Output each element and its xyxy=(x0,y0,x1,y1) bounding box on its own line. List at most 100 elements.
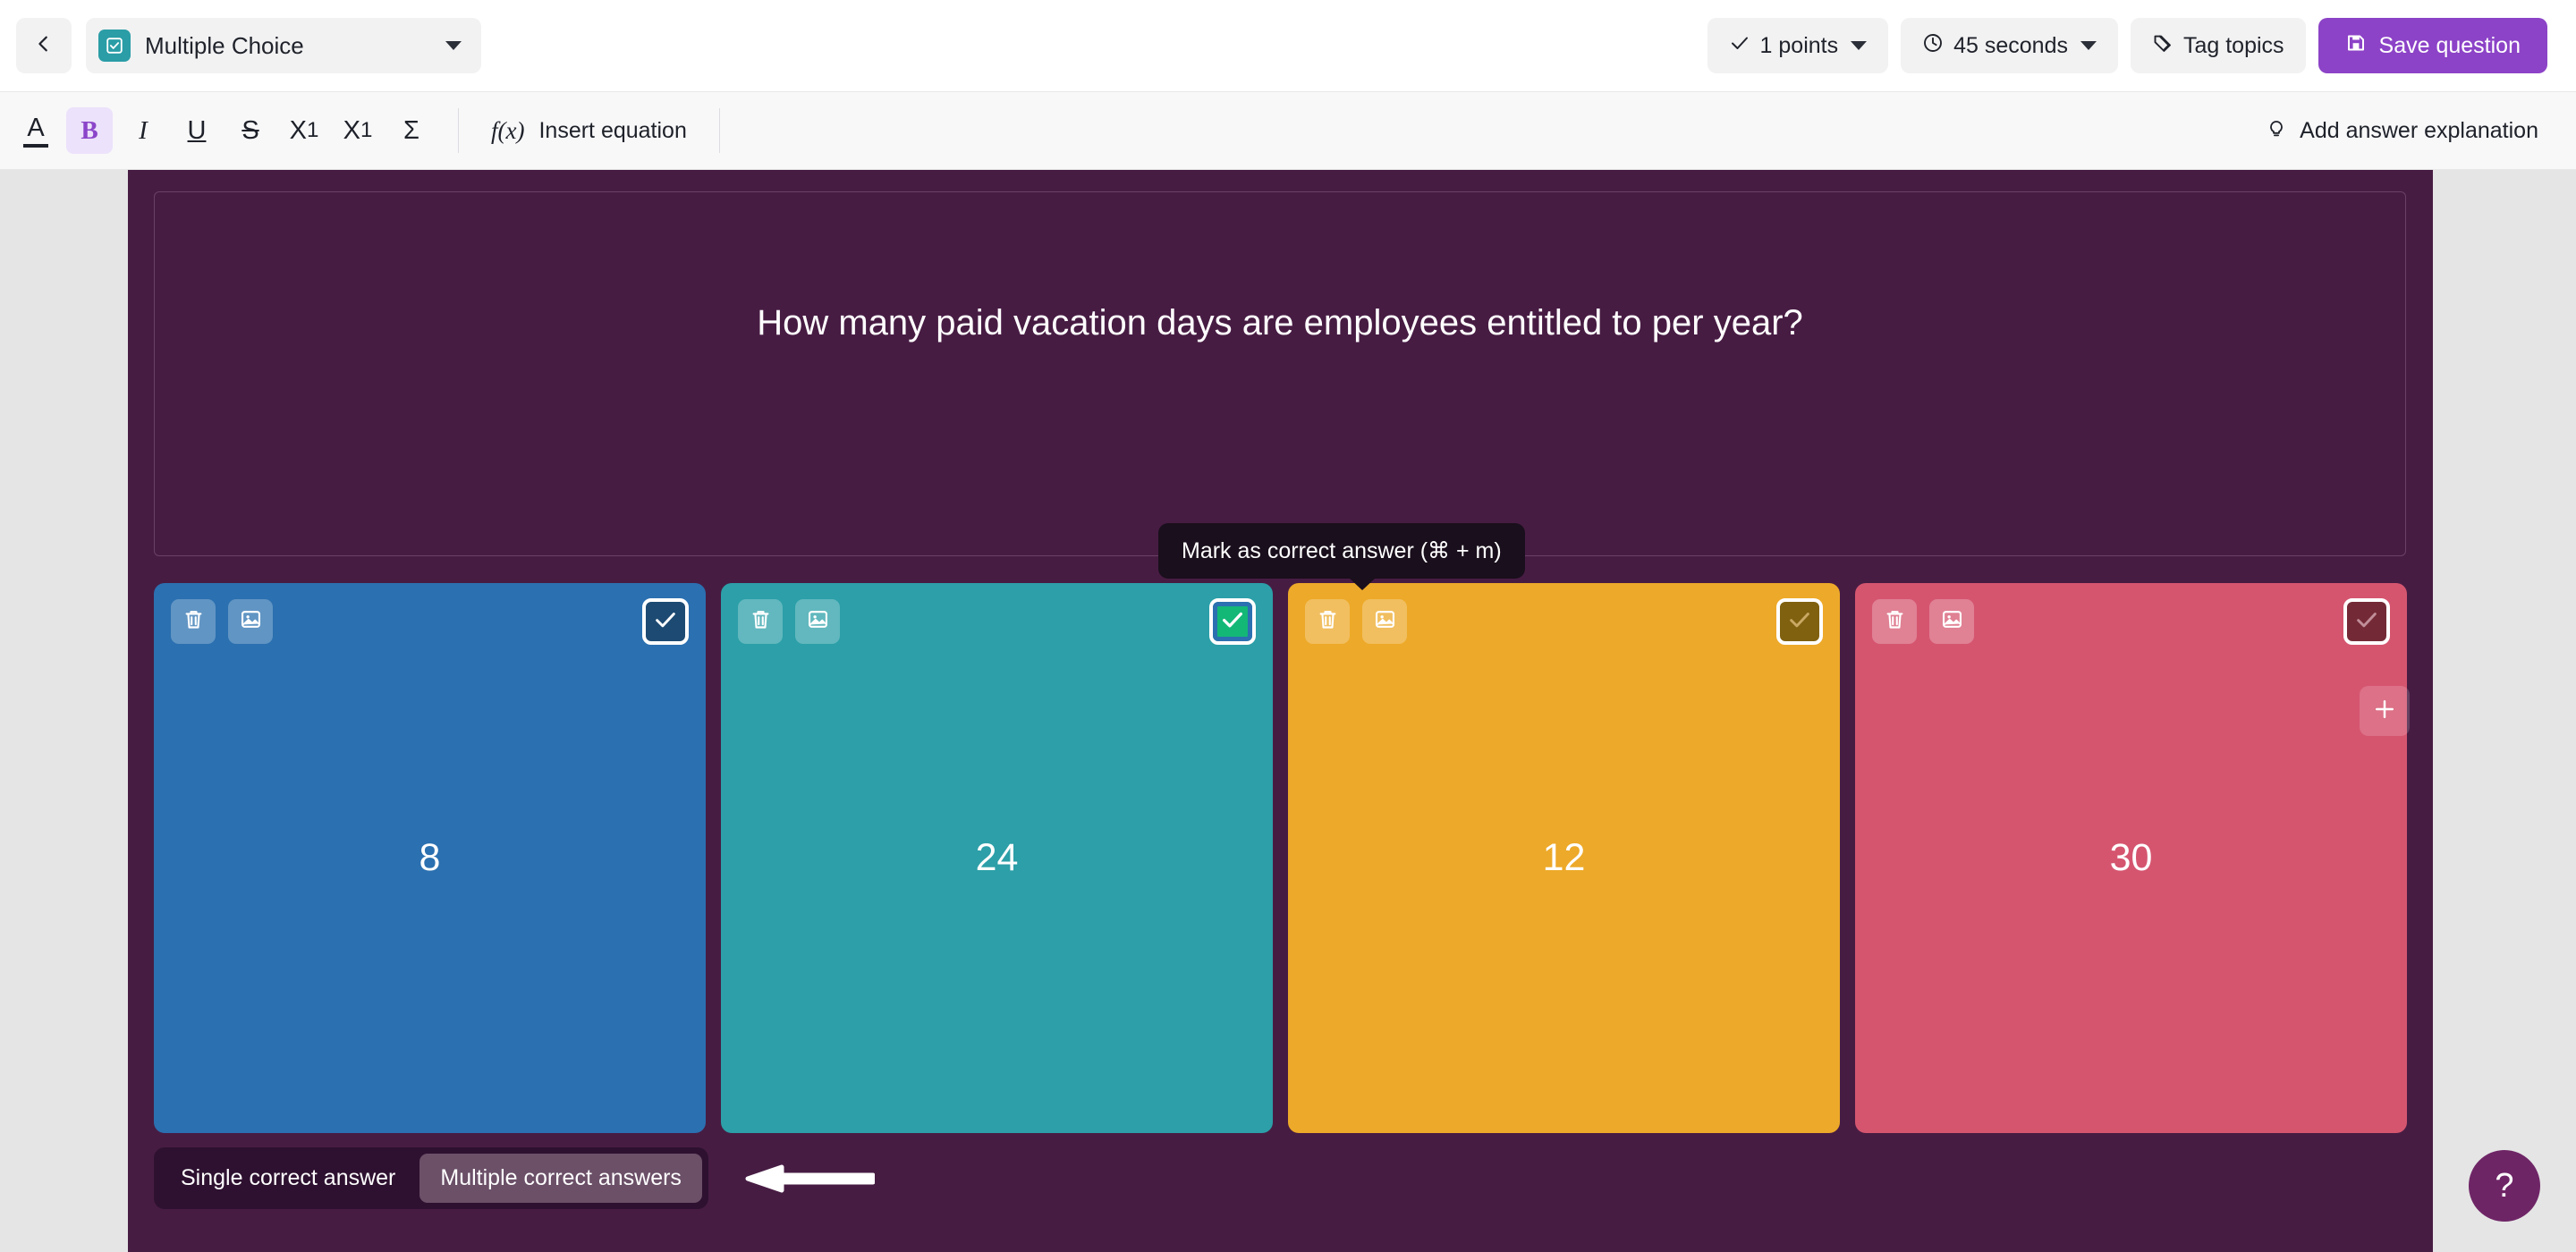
delete-option-button[interactable] xyxy=(171,599,216,644)
question-type-selector[interactable]: Multiple Choice xyxy=(86,18,481,73)
subscript-exponent: 1 xyxy=(360,118,373,142)
add-image-button[interactable] xyxy=(1362,599,1407,644)
mark-correct-tooltip: Mark as correct answer (⌘ + m) xyxy=(1158,523,1525,590)
sigma-button[interactable]: Σ xyxy=(388,107,435,154)
font-color-letter: A xyxy=(27,114,45,142)
tooltip-text: Mark as correct answer (⌘ + m) xyxy=(1182,538,1502,563)
chevron-left-icon xyxy=(34,34,54,58)
font-color-underline-bar xyxy=(23,144,48,148)
editor-canvas-area: How many paid vacation days are employee… xyxy=(0,170,2576,1252)
check-icon xyxy=(1729,32,1750,60)
question-prompt-text: How many paid vacation days are employee… xyxy=(757,303,1803,343)
save-disk-icon xyxy=(2345,32,2367,60)
trash-icon xyxy=(749,607,773,636)
sigma-glyph: Σ xyxy=(403,115,419,145)
answer-option-text: 8 xyxy=(419,836,441,879)
check-icon xyxy=(1786,606,1813,638)
save-question-button[interactable]: Save question xyxy=(2318,18,2547,73)
checkbox-icon xyxy=(98,30,131,62)
mark-correct-checkbox[interactable] xyxy=(1776,598,1823,645)
answer-option-text: 12 xyxy=(1542,836,1586,879)
font-color-button[interactable]: A xyxy=(13,107,59,154)
strikethrough-button[interactable]: S xyxy=(227,107,274,154)
answer-option-card[interactable]: 8 xyxy=(154,583,706,1133)
image-icon xyxy=(1373,607,1397,636)
single-correct-answer-option[interactable]: Single correct answer xyxy=(160,1154,416,1203)
add-image-button[interactable] xyxy=(1929,599,1974,644)
add-answer-explanation-label: Add answer explanation xyxy=(2300,117,2538,143)
time-limit-label: 45 seconds xyxy=(1953,32,2068,58)
answer-option-card[interactable]: 24 xyxy=(721,583,1273,1133)
tag-topics-label: Tag topics xyxy=(2182,32,2284,58)
slide-canvas: How many paid vacation days are employee… xyxy=(128,170,2433,1252)
bold-letter: B xyxy=(80,115,98,145)
delete-option-button[interactable] xyxy=(738,599,783,644)
tag-topics-button[interactable]: Tag topics xyxy=(2130,18,2306,73)
trash-icon xyxy=(1883,607,1907,636)
check-icon xyxy=(2353,606,2380,638)
delete-option-button[interactable] xyxy=(1872,599,1917,644)
mark-correct-checkbox[interactable] xyxy=(642,598,689,645)
top-toolbar-actions: 1 points 45 seconds Tag topics Save ques… xyxy=(1707,18,2547,73)
check-icon xyxy=(652,606,679,638)
insert-equation-label: Insert equation xyxy=(538,117,687,143)
question-prompt-box[interactable]: How many paid vacation days are employee… xyxy=(154,191,2406,556)
subscript-base: X xyxy=(343,115,360,145)
italic-letter: I xyxy=(139,115,148,145)
superscript-button[interactable]: X1 xyxy=(281,107,327,154)
add-answer-explanation-button[interactable]: Add answer explanation xyxy=(2266,117,2547,145)
time-limit-button[interactable]: 45 seconds xyxy=(1901,18,2118,73)
image-icon xyxy=(1940,607,1964,636)
underline-button[interactable]: U xyxy=(174,107,220,154)
answer-option-card[interactable]: 30 xyxy=(1855,583,2407,1133)
question-type-label: Multiple Choice xyxy=(145,31,304,59)
back-button[interactable] xyxy=(16,18,72,73)
mark-correct-checkbox[interactable] xyxy=(2343,598,2390,645)
insert-equation-button[interactable]: f(x) Insert equation xyxy=(479,107,699,154)
left-gutter xyxy=(0,170,128,1252)
add-image-button[interactable] xyxy=(228,599,273,644)
answer-card-tools xyxy=(738,599,840,644)
delete-option-button[interactable] xyxy=(1305,599,1350,644)
format-toolbar: A B I U S X1 X1 Σ f(x) Insert equation A… xyxy=(0,92,2576,170)
image-icon xyxy=(239,607,263,636)
chevron-down-icon xyxy=(445,41,462,50)
toolbar-divider xyxy=(458,108,459,153)
add-image-button[interactable] xyxy=(795,599,840,644)
answer-card-tools xyxy=(171,599,273,644)
chevron-down-icon xyxy=(2080,41,2097,50)
strikethrough-letter: S xyxy=(242,115,259,145)
italic-button[interactable]: I xyxy=(120,107,166,154)
check-icon xyxy=(1219,606,1246,638)
subscript-button[interactable]: X1 xyxy=(335,107,381,154)
help-label: ? xyxy=(2495,1166,2514,1205)
answer-mode-toggle: Single correct answer Multiple correct a… xyxy=(154,1147,708,1209)
trash-icon xyxy=(182,607,206,636)
help-button[interactable]: ? xyxy=(2469,1150,2540,1222)
multiple-correct-answers-label: Multiple correct answers xyxy=(440,1165,682,1190)
superscript-exponent: 1 xyxy=(306,118,319,142)
multiple-correct-answers-option[interactable]: Multiple correct answers xyxy=(419,1154,702,1203)
tag-icon xyxy=(2152,32,2174,60)
trash-icon xyxy=(1316,607,1340,636)
underline-letter: U xyxy=(187,115,207,145)
answer-card-tools xyxy=(1872,599,1974,644)
top-toolbar: Multiple Choice 1 points 45 seconds Tag … xyxy=(0,0,2576,92)
superscript-base: X xyxy=(289,115,307,145)
lightbulb-icon xyxy=(2266,117,2287,145)
points-button[interactable]: 1 points xyxy=(1707,18,1889,73)
points-label: 1 points xyxy=(1759,32,1839,58)
answer-option-card[interactable]: 12 xyxy=(1288,583,1840,1133)
save-question-label: Save question xyxy=(2378,32,2521,58)
answer-option-text: 24 xyxy=(975,836,1019,879)
bold-button[interactable]: B xyxy=(66,107,113,154)
arrow-left-icon xyxy=(742,1158,876,1199)
mark-correct-checkbox[interactable] xyxy=(1209,598,1256,645)
chevron-down-icon xyxy=(1851,41,1868,50)
clock-icon xyxy=(1922,32,1944,60)
right-gutter xyxy=(2433,170,2576,1252)
answer-card-tools xyxy=(1305,599,1407,644)
single-correct-answer-label: Single correct answer xyxy=(181,1165,396,1190)
add-answer-option-button[interactable] xyxy=(2360,686,2410,736)
answer-mode-row: Single correct answer Multiple correct a… xyxy=(128,1133,2433,1209)
